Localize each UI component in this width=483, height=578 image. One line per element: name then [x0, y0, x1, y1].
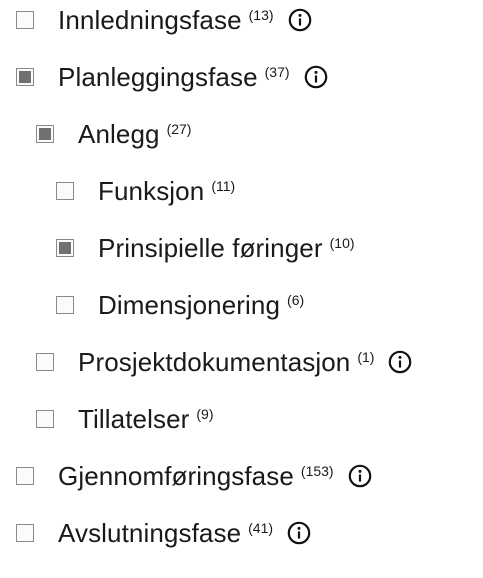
item-count: (1) — [357, 349, 375, 365]
tree-item-dimensjonering[interactable]: Dimensjonering (6) — [56, 285, 304, 325]
checkbox-unchecked[interactable] — [16, 524, 34, 542]
tree-item-funksjon[interactable]: Funksjon (11) — [56, 171, 235, 211]
info-circle-icon[interactable] — [288, 8, 312, 32]
item-count: (10) — [329, 235, 355, 251]
tree-item-label: Innledningsfase — [58, 4, 242, 35]
tree-item-planleggingsfase[interactable]: Planleggingsfase (37) — [16, 57, 328, 97]
tree-item-prosjektdokumentasjon[interactable]: Prosjektdokumentasjon (1) — [36, 342, 412, 382]
tree-item-label: Dimensjonering — [98, 289, 281, 320]
tree-item-label: Planleggingsfase — [58, 61, 258, 92]
checkbox-partial[interactable] — [56, 239, 74, 257]
item-count: (153) — [300, 463, 334, 479]
checkbox-unchecked[interactable] — [56, 296, 74, 314]
info-circle-icon[interactable] — [388, 350, 412, 374]
checkbox-unchecked[interactable] — [36, 410, 54, 428]
checkbox-unchecked[interactable] — [36, 353, 54, 371]
tree-item-label: Prosjektdokumentasjon — [78, 346, 351, 377]
tree-item-anlegg[interactable]: Anlegg (27) — [36, 114, 191, 154]
tree-item-gjennomforingsfase[interactable]: Gjennomføringsfase (153) — [16, 456, 372, 496]
tree-item-tillatelser[interactable]: Tillatelser (9) — [36, 399, 214, 439]
checkbox-unchecked[interactable] — [16, 11, 34, 29]
tree-item-avslutningsfase[interactable]: Avslutningsfase (41) — [16, 513, 311, 553]
tree-item-label: Tillatelser — [78, 403, 190, 434]
info-circle-icon[interactable] — [304, 65, 328, 89]
tree-item-label: Prinsipielle føringer — [98, 232, 323, 263]
checkbox-unchecked[interactable] — [16, 467, 34, 485]
info-circle-icon[interactable] — [287, 521, 311, 545]
item-count: (11) — [211, 178, 236, 194]
tree-item-label: Avslutningsfase — [58, 517, 242, 548]
tree-item-label: Gjennomføringsfase — [58, 460, 294, 491]
item-count: (27) — [166, 121, 192, 137]
item-count: (37) — [264, 64, 290, 80]
info-circle-icon[interactable] — [348, 464, 372, 488]
tree-item-label: Anlegg — [78, 118, 160, 149]
item-count: (6) — [287, 292, 305, 308]
item-count: (41) — [248, 520, 274, 536]
checkbox-unchecked[interactable] — [56, 182, 74, 200]
item-count: (13) — [248, 7, 274, 23]
item-count: (9) — [196, 406, 214, 422]
checkbox-partial[interactable] — [36, 125, 54, 143]
tree-item-prinsipielle-foringer[interactable]: Prinsipielle føringer (10) — [56, 228, 355, 268]
checkbox-partial[interactable] — [16, 68, 34, 86]
tree-item-innledningsfase[interactable]: Innledningsfase (13) — [16, 0, 312, 40]
tree-item-label: Funksjon — [98, 175, 205, 206]
